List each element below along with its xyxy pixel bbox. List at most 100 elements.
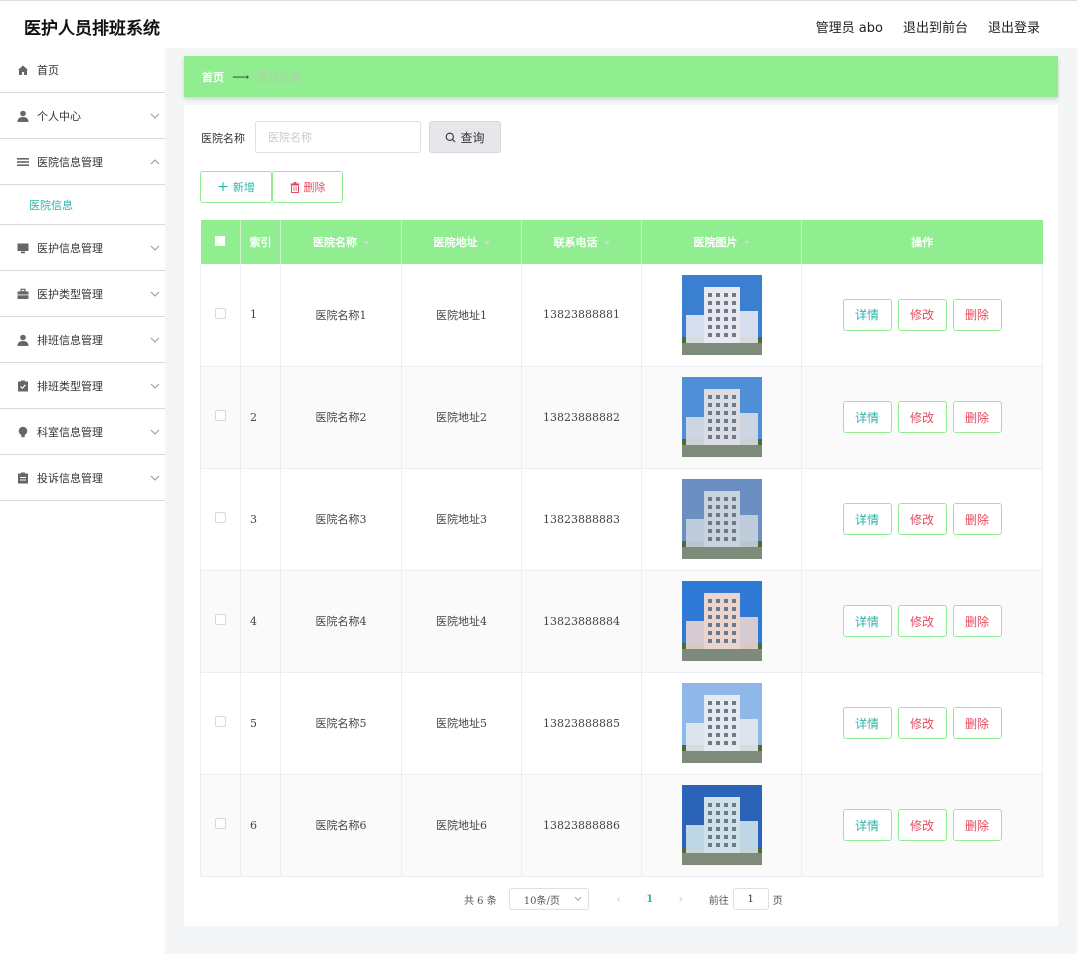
chevron-down-icon xyxy=(150,113,160,119)
prev-page-button[interactable]: ‹ xyxy=(605,892,633,906)
cell-actions: 详情 修改 删除 xyxy=(801,570,1043,673)
breadcrumb-home[interactable]: 首页 xyxy=(202,69,224,85)
header-address[interactable]: 医院地址 xyxy=(401,220,522,264)
table-row[interactable]: 5 医院名称5 医院地址5 13823888885 详情 修改 删除 xyxy=(200,672,1043,775)
cell-actions: 详情 修改 删除 xyxy=(801,468,1043,571)
cell-address: 医院地址1 xyxy=(401,264,522,367)
sidebar: 首页 个人中心 医院信息管理 医院信息 医护信息管理 医护类型管理 排班信息管理… xyxy=(0,48,165,954)
select-all-checkbox[interactable] xyxy=(215,235,226,246)
sort-icon[interactable] xyxy=(363,241,369,245)
table-row[interactable]: 2 医院名称2 医院地址2 13823888882 详情 修改 删除 xyxy=(200,366,1043,469)
header-photo[interactable]: 医院图片 xyxy=(641,220,802,264)
row-checkbox[interactable] xyxy=(215,410,226,421)
delete-button[interactable]: 删除 xyxy=(952,503,1002,535)
hospital-photo[interactable] xyxy=(681,377,762,457)
delete-button[interactable]: 删除 xyxy=(952,401,1002,433)
header-address-label: 医院地址 xyxy=(433,236,478,249)
edit-button[interactable]: 修改 xyxy=(897,707,947,739)
sidebar-item-schedule-type-mgmt[interactable]: 排班类型管理 xyxy=(0,363,165,409)
detail-button[interactable]: 详情 xyxy=(842,809,892,841)
sidebar-item-label: 医院信息管理 xyxy=(37,155,103,169)
add-button[interactable]: + 新增 xyxy=(200,171,272,203)
edit-button[interactable]: 修改 xyxy=(897,503,947,535)
user-icon xyxy=(17,334,29,346)
sidebar-item-nurse-type-mgmt[interactable]: 医护类型管理 xyxy=(0,271,165,317)
hospital-photo[interactable] xyxy=(681,683,762,763)
edit-button[interactable]: 修改 xyxy=(897,605,947,637)
detail-button[interactable]: 详情 xyxy=(842,605,892,637)
delete-button[interactable]: 删除 xyxy=(952,605,1002,637)
row-select-cell xyxy=(200,468,241,571)
hospital-photo[interactable] xyxy=(681,479,762,559)
cell-phone: 13823888882 xyxy=(521,366,642,469)
detail-button[interactable]: 详情 xyxy=(842,298,892,331)
row-select-cell xyxy=(200,264,241,367)
goto-page-input[interactable] xyxy=(732,888,769,910)
row-select-cell xyxy=(200,774,241,877)
cell-address: 医院地址6 xyxy=(401,774,522,877)
app-title: 医护人员排班系统 xyxy=(24,19,160,39)
row-checkbox[interactable] xyxy=(215,614,226,625)
edit-button[interactable]: 修改 xyxy=(897,809,947,841)
query-button[interactable]: 查询 xyxy=(429,121,501,153)
next-page-button[interactable]: › xyxy=(667,892,695,906)
breadcrumb: 首页 ⟶ 医院信息 xyxy=(184,56,1058,97)
search-input[interactable] xyxy=(255,121,421,153)
row-select-cell xyxy=(200,570,241,673)
sidebar-item-hospital-mgmt[interactable]: 医院信息管理 xyxy=(0,139,165,185)
edit-button[interactable]: 修改 xyxy=(897,401,947,433)
sidebar-item-dept-mgmt[interactable]: 科室信息管理 xyxy=(0,409,165,455)
delete-button[interactable]: 删除 xyxy=(952,298,1002,331)
admin-user-label[interactable]: 管理员 abo xyxy=(816,17,883,36)
delete-button[interactable]: 删除 xyxy=(952,809,1002,841)
cell-index: 5 xyxy=(240,672,281,775)
hospital-photo[interactable] xyxy=(681,785,762,865)
cell-index: 3 xyxy=(240,468,281,571)
cell-photo xyxy=(641,366,802,469)
sort-icon[interactable] xyxy=(483,241,490,245)
page-size-select[interactable]: 10条/页 xyxy=(508,888,589,910)
page-number-current[interactable]: 1 xyxy=(633,894,667,905)
sort-icon[interactable] xyxy=(603,241,610,245)
sidebar-item-nurse-mgmt[interactable]: 医护信息管理 xyxy=(0,225,165,271)
header-phone[interactable]: 联系电话 xyxy=(521,220,642,264)
row-checkbox[interactable] xyxy=(215,512,226,523)
exit-to-front-link[interactable]: 退出到前台 xyxy=(903,17,968,36)
table-row[interactable]: 6 医院名称6 医院地址6 13823888886 详情 修改 删除 xyxy=(200,774,1043,877)
header-index: 索引 xyxy=(240,220,281,264)
row-checkbox[interactable] xyxy=(215,716,226,727)
header-actions: 操作 xyxy=(801,220,1043,264)
top-bar: 医护人员排班系统 管理员 abo 退出到前台 退出登录 xyxy=(0,0,1077,48)
sidebar-item-schedule-mgmt[interactable]: 排班信息管理 xyxy=(0,317,165,363)
sidebar-item-home[interactable]: 首页 xyxy=(0,48,165,93)
sidebar-item-label: 个人中心 xyxy=(37,109,81,123)
chevron-up-icon xyxy=(150,158,160,164)
table-row[interactable]: 4 医院名称4 医院地址4 13823888884 详情 修改 删除 xyxy=(200,570,1043,673)
detail-button[interactable]: 详情 xyxy=(842,503,892,535)
hospital-photo[interactable] xyxy=(681,274,762,355)
plus-icon: + xyxy=(217,179,229,195)
monitor-icon xyxy=(17,242,29,254)
row-checkbox[interactable] xyxy=(215,818,226,829)
delete-button[interactable]: 删除 xyxy=(952,707,1002,739)
logout-link[interactable]: 退出登录 xyxy=(988,17,1040,36)
cell-index: 4 xyxy=(240,570,281,673)
sidebar-item-personal[interactable]: 个人中心 xyxy=(0,93,165,139)
edit-button[interactable]: 修改 xyxy=(897,298,947,331)
header-name[interactable]: 医院名称 xyxy=(280,220,402,264)
detail-button[interactable]: 详情 xyxy=(842,707,892,739)
chevron-down-icon xyxy=(150,245,160,251)
sidebar-item-hospital-info[interactable]: 医院信息 xyxy=(0,185,165,225)
hospital-photo[interactable] xyxy=(681,581,762,661)
batch-delete-button[interactable]: 删除 xyxy=(272,171,343,203)
cell-address: 医院地址3 xyxy=(401,468,522,571)
table-row[interactable]: 1 医院名称1 医院地址1 13823888881 详情 修改 删除 xyxy=(200,264,1043,367)
detail-button[interactable]: 详情 xyxy=(842,401,892,433)
sort-icon[interactable] xyxy=(743,241,750,245)
table-row[interactable]: 3 医院名称3 医院地址3 13823888883 详情 修改 删除 xyxy=(200,468,1043,571)
clipboard-check-icon xyxy=(17,380,29,392)
query-button-label: 查询 xyxy=(460,130,485,145)
sidebar-item-complaint-mgmt[interactable]: 投诉信息管理 xyxy=(0,455,165,501)
row-checkbox[interactable] xyxy=(215,307,226,319)
add-button-label: 新增 xyxy=(232,181,255,194)
